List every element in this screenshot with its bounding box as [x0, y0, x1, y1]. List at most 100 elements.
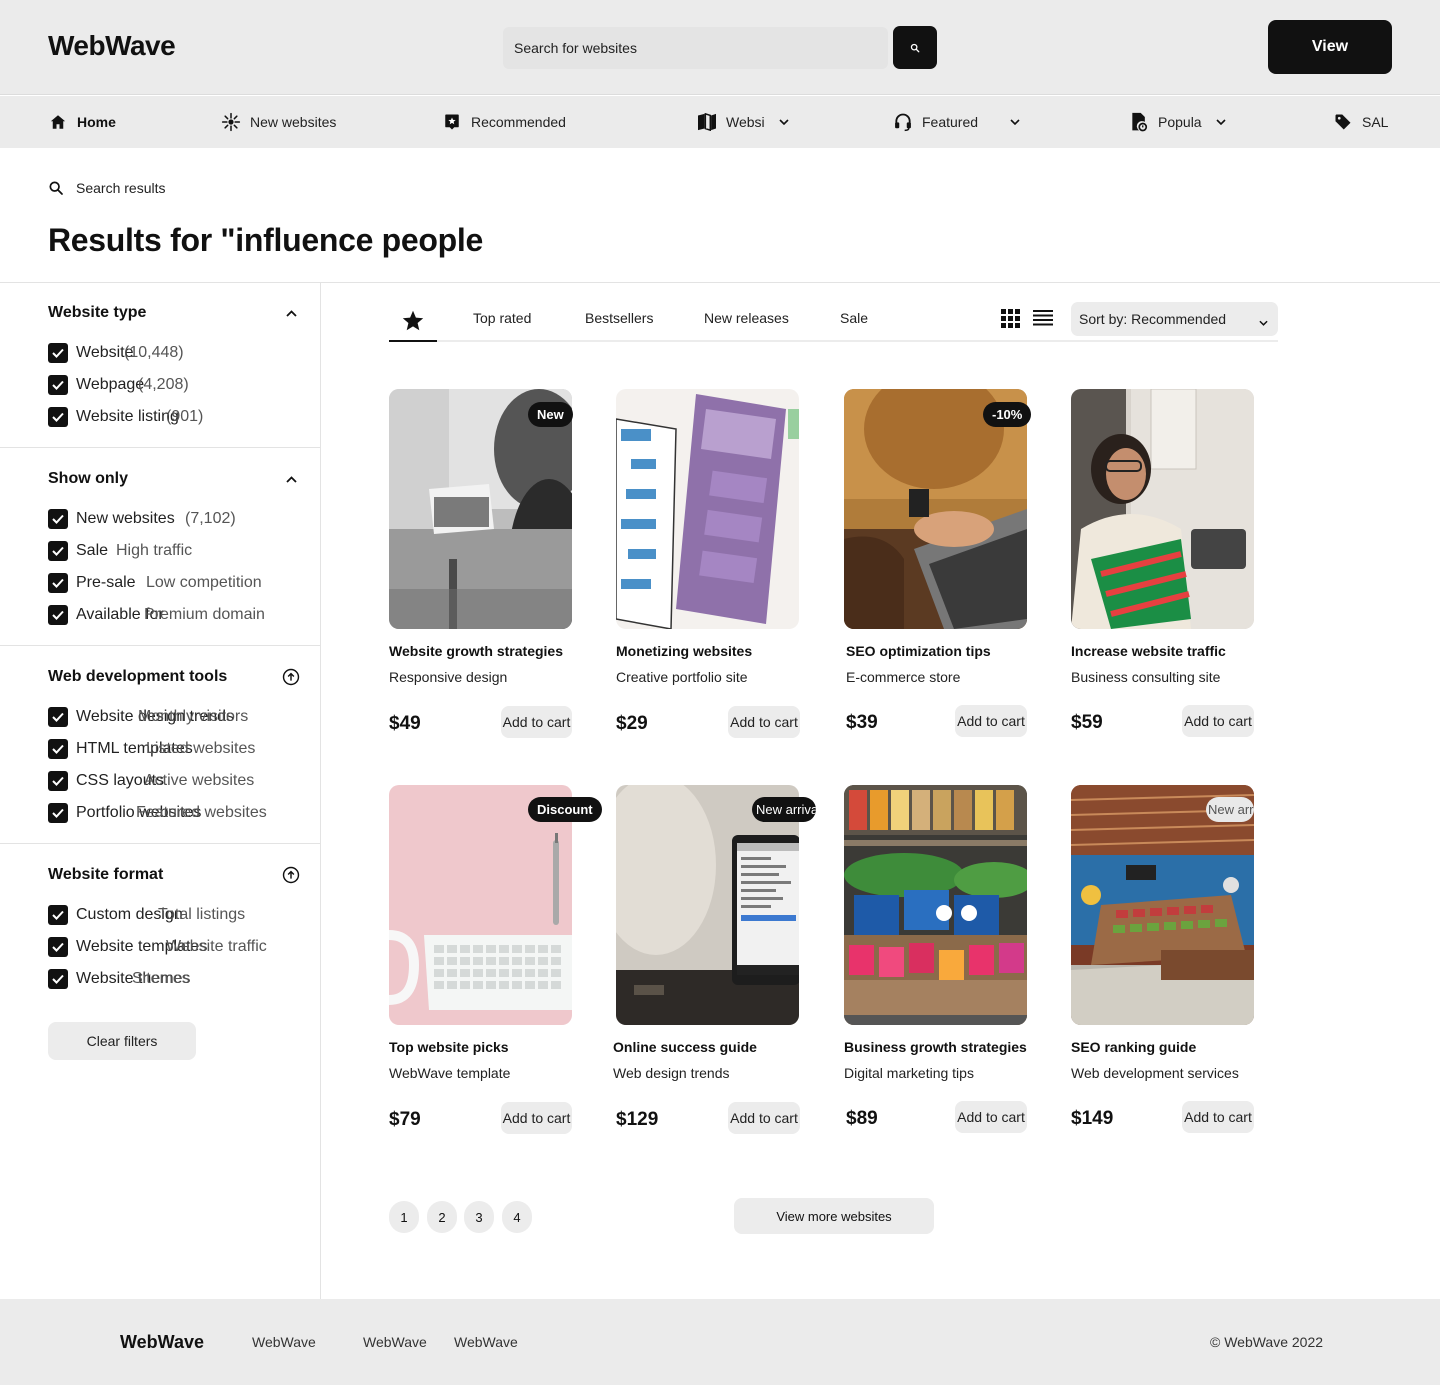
add-to-cart-button[interactable]: Add to cart	[501, 706, 572, 738]
nav-item-popular[interactable]: Popula	[1129, 96, 1226, 148]
chevron-up-icon[interactable]	[280, 468, 302, 490]
filter-option-count: (4,208)	[138, 376, 189, 393]
breadcrumb-label[interactable]: Search results	[76, 180, 165, 196]
add-to-cart-button[interactable]: Add to cart	[728, 706, 800, 738]
clear-filters-button[interactable]: Clear filters	[48, 1022, 196, 1060]
tab-bestsellers[interactable]: Bestsellers	[585, 310, 653, 326]
checkbox-checked[interactable]	[48, 343, 68, 363]
tab-new-releases[interactable]: New releases	[704, 310, 789, 326]
nav-label: SAL	[1362, 114, 1389, 130]
add-to-cart-button[interactable]: Add to cart	[501, 1102, 572, 1134]
tab-top-rated[interactable]: Top rated	[473, 310, 531, 326]
checkbox-checked[interactable]	[48, 573, 68, 593]
page-button-3[interactable]: 3	[464, 1201, 494, 1233]
nav-item-sale[interactable]: SAL	[1333, 96, 1388, 148]
product-subtitle: Web development services	[1071, 1065, 1239, 1081]
footer-link[interactable]: WebWave	[454, 1334, 518, 1350]
nav-item-recommended[interactable]: Recommended	[442, 96, 566, 148]
product-price: $89	[846, 1108, 878, 1129]
chevron-up-icon[interactable]	[280, 302, 302, 324]
nav-label: Home	[77, 114, 116, 130]
filter-option-custom-design[interactable]: Custom design Total listings	[48, 904, 245, 926]
product-title[interactable]: Monetizing websites	[616, 643, 752, 659]
page-button-4[interactable]: 4	[502, 1201, 532, 1233]
checkbox-checked[interactable]	[48, 541, 68, 561]
filter-option-portfolio-websites[interactable]: Portfolio websites Featured websites	[48, 802, 267, 824]
filter-option-pre-sale[interactable]: Pre-sale Low competition	[48, 572, 262, 594]
nav-item-featured[interactable]: Featured	[893, 96, 1020, 148]
home-icon	[48, 112, 68, 132]
nav-item-new-websites[interactable]: New websites	[221, 96, 336, 148]
add-to-cart-button[interactable]: Add to cart	[1182, 1101, 1254, 1133]
filter-option-website-themes[interactable]: Website themes Sitemes	[48, 968, 190, 990]
product-subtitle: Digital marketing tips	[844, 1065, 974, 1081]
arrow-up-circle-icon[interactable]	[280, 666, 302, 688]
add-to-cart-button[interactable]: Add to cart	[728, 1102, 800, 1134]
product-image[interactable]	[844, 785, 1027, 1025]
filter-option-count: Premium domain	[144, 606, 265, 623]
view-more-button[interactable]: View more websites	[734, 1198, 934, 1234]
checkbox-checked[interactable]	[48, 407, 68, 427]
footer-logo[interactable]: WebWave	[120, 1332, 204, 1353]
nav-item-websites[interactable]: Websi	[697, 96, 789, 148]
filter-option-webpage[interactable]: Webpage (4,208)	[48, 374, 189, 396]
filter-option-website-design-trends[interactable]: Website design trends Monthly visitors	[48, 706, 248, 728]
grid-view-icon[interactable]	[1001, 309, 1020, 333]
checkbox-checked[interactable]	[48, 739, 68, 759]
checkbox-checked[interactable]	[48, 707, 68, 727]
add-to-cart-button[interactable]: Add to cart	[955, 705, 1027, 737]
footer-link[interactable]: WebWave	[363, 1334, 427, 1350]
product-badge: New	[528, 402, 573, 427]
checkbox-checked[interactable]	[48, 771, 68, 791]
chevron-down-icon	[1216, 119, 1226, 125]
add-to-cart-button[interactable]: Add to cart	[955, 1101, 1027, 1133]
product-title[interactable]: Increase website traffic	[1071, 643, 1226, 659]
logo[interactable]: WebWave	[48, 30, 176, 62]
product-title[interactable]: Online success guide	[613, 1039, 757, 1055]
nav-item-home[interactable]: Home	[48, 96, 116, 148]
checkbox-checked[interactable]	[48, 605, 68, 625]
search-button[interactable]	[893, 26, 937, 69]
page-button-1[interactable]: 1	[389, 1201, 419, 1233]
search-input[interactable]	[503, 27, 888, 69]
checkbox-checked[interactable]	[48, 509, 68, 529]
filter-option-sale[interactable]: Sale High traffic	[48, 540, 192, 562]
star-icon	[402, 310, 424, 331]
filter-option-count: Low competition	[146, 574, 262, 591]
checkbox-checked[interactable]	[48, 803, 68, 823]
tab-sale[interactable]: Sale	[840, 310, 868, 326]
nav-label: Featured	[922, 114, 979, 130]
product-title[interactable]: Website growth strategies	[389, 643, 563, 659]
product-title[interactable]: Top website picks	[389, 1039, 509, 1055]
product-title[interactable]: SEO ranking guide	[1071, 1039, 1196, 1055]
view-button[interactable]: View	[1268, 20, 1392, 74]
tab-favorites[interactable]	[389, 302, 437, 342]
product-price: $79	[389, 1109, 421, 1130]
chevron-down-icon	[1010, 119, 1020, 125]
header: WebWave View	[0, 0, 1440, 95]
add-to-cart-button[interactable]: Add to cart	[1182, 705, 1254, 737]
page-button-2[interactable]: 2	[427, 1201, 457, 1233]
checkbox-checked[interactable]	[48, 937, 68, 957]
filter-option-available-for[interactable]: Available for Premium domain	[48, 604, 265, 626]
filter-option-label: Pre-sale	[76, 574, 136, 591]
product-image[interactable]	[616, 389, 799, 629]
footer-link[interactable]: WebWave	[252, 1334, 316, 1350]
filter-option-website-listing[interactable]: Website listing (901)	[48, 406, 203, 428]
page-title: Results for "influence people	[48, 222, 483, 258]
product-image[interactable]	[1071, 389, 1254, 629]
product-title[interactable]: SEO optimization tips	[846, 643, 991, 659]
product-title[interactable]: Business growth strategies	[844, 1039, 1027, 1055]
filter-option-website[interactable]: Website (10,448)	[48, 342, 184, 364]
checkbox-checked[interactable]	[48, 969, 68, 989]
arrow-up-circle-icon[interactable]	[280, 864, 302, 886]
filter-option-new-websites[interactable]: New websites (7,102)	[48, 508, 236, 530]
sort-select[interactable]: Sort by: Recommended	[1071, 302, 1278, 336]
checkbox-checked[interactable]	[48, 905, 68, 925]
filter-option-website-templates[interactable]: Website templates Website traffic	[48, 936, 267, 958]
list-view-icon[interactable]	[1033, 309, 1053, 333]
checkbox-checked[interactable]	[48, 375, 68, 395]
product-subtitle: Business consulting site	[1071, 669, 1221, 685]
filter-option-html-templates[interactable]: HTML templates Listed websites	[48, 738, 255, 760]
filter-option-css-layouts[interactable]: CSS layouts Active websites	[48, 770, 254, 792]
